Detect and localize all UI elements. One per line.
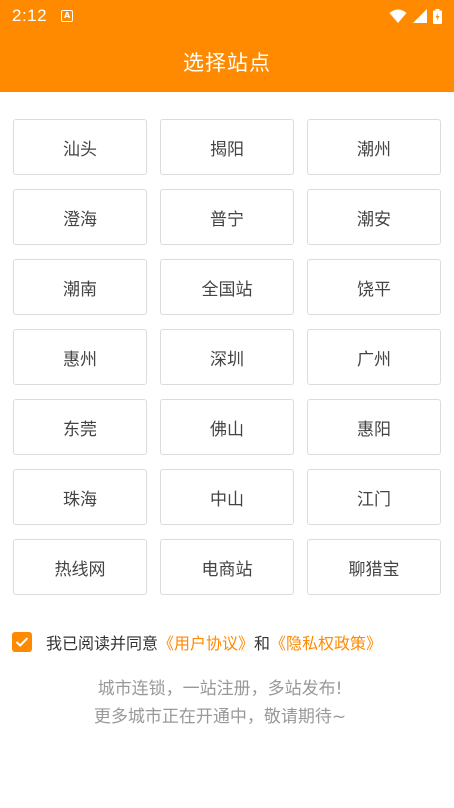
signal-icon xyxy=(413,9,427,23)
agree-checkbox[interactable] xyxy=(12,632,32,652)
page-title: 选择站点 xyxy=(183,51,271,75)
site-button-raoping[interactable]: 饶平 xyxy=(307,259,441,315)
footer-text: 城市连锁，一站注册，多站发布! 更多城市正在开通中，敬请期待~ xyxy=(0,675,440,731)
site-button-liaoliebao[interactable]: 聊猎宝 xyxy=(307,539,441,595)
site-button-chaonan[interactable]: 潮南 xyxy=(13,259,147,315)
site-grid: 汕头 揭阳 潮州 澄海 普宁 潮安 潮南 全国站 饶平 惠州 深圳 广州 东莞 … xyxy=(13,119,441,595)
agreement-prefix: 我已阅读并同意 xyxy=(46,634,159,653)
site-button-dongguan[interactable]: 东莞 xyxy=(13,399,147,455)
site-button-jiangmen[interactable]: 江门 xyxy=(307,469,441,525)
site-button-puning[interactable]: 普宁 xyxy=(160,189,294,245)
privacy-policy-link[interactable]: 《隐私权政策》 xyxy=(270,630,382,654)
site-button-foshan[interactable]: 佛山 xyxy=(160,399,294,455)
site-button-jieyang[interactable]: 揭阳 xyxy=(160,119,294,175)
footer-line-1: 城市连锁，一站注册，多站发布! xyxy=(97,679,343,699)
status-bar: 2:12 A xyxy=(0,0,454,32)
site-button-chaoan[interactable]: 潮安 xyxy=(307,189,441,245)
site-button-huiyang[interactable]: 惠阳 xyxy=(307,399,441,455)
agreement-conjunction: 和 xyxy=(254,634,271,653)
site-button-zhongshan[interactable]: 中山 xyxy=(160,469,294,525)
site-button-chaozhou[interactable]: 潮州 xyxy=(307,119,441,175)
status-right xyxy=(389,8,442,24)
wifi-icon xyxy=(389,9,407,23)
site-button-guangzhou[interactable]: 广州 xyxy=(307,329,441,385)
site-button-zhuhai[interactable]: 珠海 xyxy=(13,469,147,525)
app-bar: 选择站点 xyxy=(0,32,454,92)
user-agreement-link[interactable]: 《用户协议》 xyxy=(158,630,254,654)
site-button-hotline[interactable]: 热线网 xyxy=(13,539,147,595)
a-letter-icon: A xyxy=(61,10,74,22)
footer-line-2: 更多城市正在开通中，敬请期待~ xyxy=(93,707,347,727)
site-button-shantou[interactable]: 汕头 xyxy=(13,119,147,175)
battery-icon xyxy=(433,8,442,24)
site-button-national[interactable]: 全国站 xyxy=(160,259,294,315)
status-time: 2:12 xyxy=(12,6,48,25)
checkmark-icon xyxy=(15,637,29,647)
site-button-chenghai[interactable]: 澄海 xyxy=(13,189,147,245)
site-button-ecommerce[interactable]: 电商站 xyxy=(160,539,294,595)
status-left: 2:12 A xyxy=(12,6,74,26)
agreement-row: 我已阅读并同意 《用户协议》 和 《隐私权政策》 xyxy=(12,630,442,654)
site-button-huizhou[interactable]: 惠州 xyxy=(13,329,147,385)
site-button-shenzhen[interactable]: 深圳 xyxy=(160,329,294,385)
